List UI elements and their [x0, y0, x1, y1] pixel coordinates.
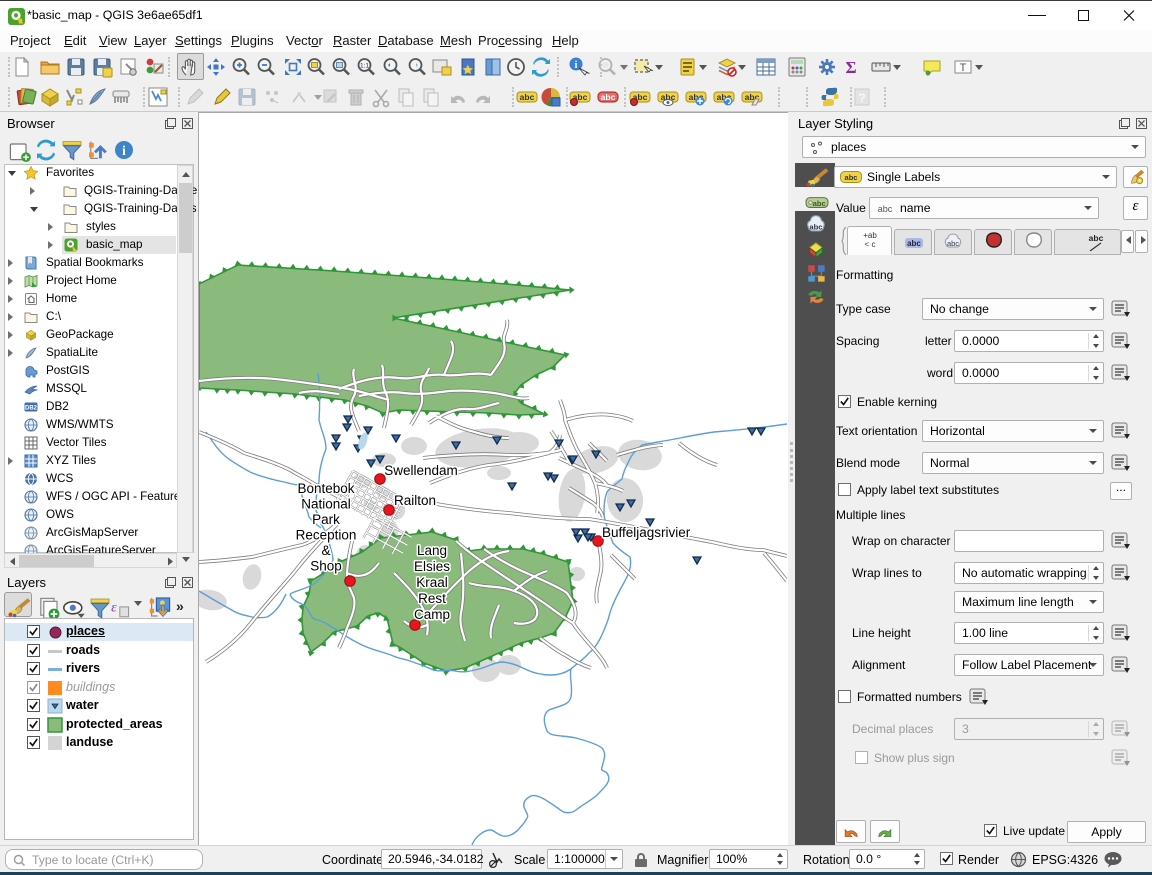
svg-text:Elsies: Elsies	[414, 559, 450, 574]
svg-text:abc: abc	[813, 199, 827, 208]
svg-text:abc: abc	[520, 92, 535, 102]
svg-text:Reception: Reception	[296, 528, 357, 543]
svg-text:Camp: Camp	[414, 607, 450, 622]
svg-text:Lang: Lang	[417, 543, 447, 558]
svg-text:< c: < c	[865, 240, 876, 249]
svg-text:abc: abc	[947, 239, 959, 248]
svg-text:1:1: 1:1	[360, 63, 369, 70]
svg-text:abc: abc	[845, 173, 858, 182]
svg-text:National: National	[301, 497, 351, 512]
svg-text:i: i	[575, 60, 578, 71]
svg-text:abc: abc	[907, 239, 921, 248]
svg-text:Rest: Rest	[418, 591, 446, 606]
svg-text:Swellendam: Swellendam	[384, 463, 458, 478]
svg-text:Kraal: Kraal	[416, 575, 448, 590]
svg-text:Park: Park	[312, 512, 340, 527]
svg-text:Buffeljagsrivier: Buffeljagsrivier	[602, 525, 691, 540]
svg-text:+ab: +ab	[863, 231, 877, 240]
svg-text:Shop: Shop	[310, 559, 342, 574]
svg-text:Bontebok: Bontebok	[297, 481, 354, 496]
svg-text:ε: ε	[111, 599, 117, 615]
svg-text:Railton: Railton	[394, 493, 436, 508]
svg-text:abc: abc	[1089, 233, 1104, 243]
svg-text:abc: abc	[809, 222, 823, 231]
svg-text:DB2: DB2	[25, 406, 38, 412]
svg-text:Σ: Σ	[845, 58, 856, 77]
svg-text:abc: abc	[878, 204, 893, 214]
svg-text:&: &	[321, 543, 330, 558]
svg-text:T: T	[960, 62, 967, 74]
svg-text:abc: abc	[601, 92, 616, 102]
svg-text:?: ?	[858, 91, 865, 105]
svg-text:i: i	[122, 143, 126, 158]
